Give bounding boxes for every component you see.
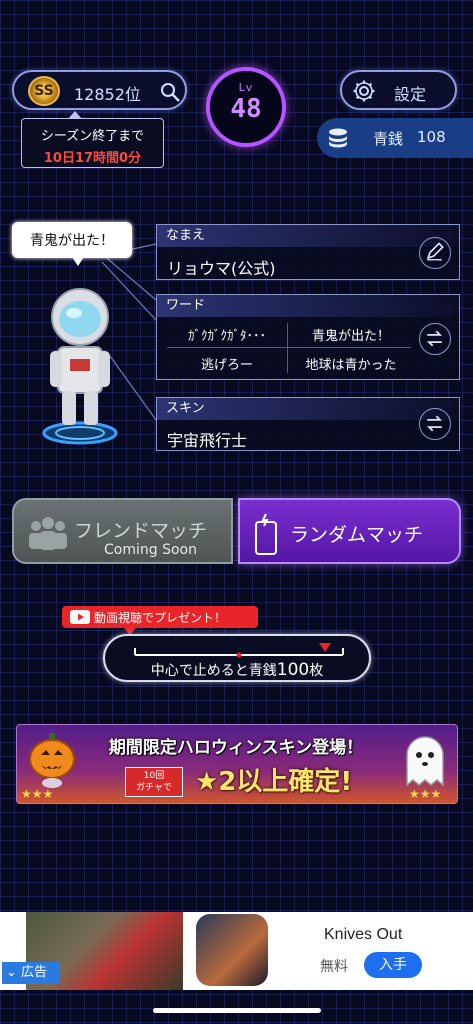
word-item-2: 青鬼が出た！ — [311, 329, 390, 344]
home-indicator[interactable] — [153, 1008, 321, 1013]
name-label: なまえ — [157, 225, 459, 247]
word-divider — [167, 347, 411, 348]
level-indicator: Lv 48 — [206, 67, 286, 147]
video-present-text: 動画視聴でプレゼント！ — [94, 611, 227, 625]
pumpkin-icon — [29, 733, 75, 788]
ad-label[interactable]: ⌄ 広告 — [2, 962, 60, 984]
smartphone-icon — [255, 513, 277, 555]
season-time: 10日17時間0分 — [43, 151, 142, 166]
season-countdown: シーズン終了まで 10日17時間0分 — [21, 111, 164, 168]
word-label: ワード — [157, 295, 459, 317]
change-skin-button[interactable] — [419, 408, 451, 440]
skin-panel: スキン 宇宙飛行士 — [156, 397, 460, 451]
level-label: Lv — [238, 81, 254, 94]
rank-button[interactable]: SS 12852位 — [12, 70, 187, 110]
currency-label: 青銭 — [373, 130, 404, 148]
gacha-badge: 10回 ガチャで — [125, 767, 183, 797]
word-panel: ワード ｶﾞｸｶﾞｸｶﾞﾀ･･･ 青鬼が出た！ 逃げろー 地球は青かった — [156, 294, 460, 380]
search-icon — [161, 83, 180, 102]
halloween-banner[interactable]: ★★★ 期間限定ハロウィンスキン登場！ 10回 ガチャで ★2以上確定! ★★★ — [16, 724, 458, 804]
ad-install-button[interactable]: 入手 — [364, 952, 422, 978]
skin-value: 宇宙飛行士 — [167, 431, 248, 450]
ad-title: Knives Out — [324, 926, 403, 943]
edit-name-button[interactable] — [419, 237, 451, 269]
chevron-down-icon: ⌄ — [6, 965, 22, 980]
name-value: リョウマ(公式) — [167, 259, 276, 278]
video-present-tag: 動画視聴でプレゼント！ — [62, 606, 258, 635]
users-icon — [29, 517, 67, 550]
settings-button[interactable]: 設定 — [340, 70, 457, 110]
random-match-button[interactable]: ランダムマッチ — [238, 498, 461, 564]
currency-value: 108 — [417, 128, 446, 146]
word-divider — [287, 323, 288, 373]
gauge-text-pre: 中心で止めると青銭 — [150, 663, 277, 679]
speech-text: 青鬼が出た！ — [30, 233, 114, 249]
rarity-stars-right: ★★★ — [409, 787, 442, 801]
gauge-text: 中心で止めると青銭100枚 — [105, 660, 369, 680]
ad-price: 無料 — [320, 959, 348, 975]
random-match-label: ランダムマッチ — [290, 524, 424, 546]
swap-icon — [426, 330, 443, 347]
skin-label: スキン — [157, 398, 459, 420]
coming-soon-label: Coming Soon — [104, 542, 197, 558]
present-gauge-button[interactable]: 中心で止めると青銭100枚 — [103, 634, 371, 682]
stop-gauge — [134, 643, 344, 658]
coins-icon — [329, 128, 347, 148]
gauge-amount: 100 — [276, 660, 310, 680]
banner-guarantee-text: ★2以上確定! — [195, 767, 353, 797]
word-item-3: 逃げろー — [200, 358, 253, 373]
ghost-icon — [406, 736, 444, 787]
currency-display: 青銭 108 — [317, 118, 473, 158]
swap-icon — [426, 415, 443, 432]
name-panel: なまえ リョウマ(公式) — [156, 224, 460, 280]
level-value: 48 — [230, 94, 262, 124]
season-label: シーズン終了まで — [40, 129, 145, 144]
settings-label: 設定 — [394, 85, 427, 104]
change-word-button[interactable] — [419, 323, 451, 355]
gear-icon — [353, 80, 375, 102]
astronaut-avatar — [42, 288, 118, 445]
pencil-icon — [426, 242, 444, 261]
ad-label-text: 広告 — [21, 965, 48, 980]
gauge-unit: 枚 — [309, 663, 324, 679]
word-item-4: 地球は青かった — [305, 358, 397, 373]
friend-match-button[interactable]: フレンドマッチ Coming Soon — [12, 498, 233, 564]
rank-text: 12852位 — [74, 85, 141, 104]
banner-title: 期間限定ハロウィンスキン登場！ — [108, 738, 364, 758]
word-item-1: ｶﾞｸｶﾞｸｶﾞﾀ･･･ — [188, 329, 266, 344]
rarity-stars-left: ★★★ — [21, 787, 54, 801]
ad-banner[interactable]: Knives Out 無料 入手 ⌄ 広告 — [0, 912, 473, 990]
friend-match-label: フレンドマッチ — [74, 520, 208, 542]
speech-bubble: 青鬼が出た！ — [12, 222, 132, 266]
video-play-icon — [70, 610, 90, 624]
ad-app-icon — [196, 914, 268, 986]
rank-badge-icon: SS — [28, 76, 60, 106]
